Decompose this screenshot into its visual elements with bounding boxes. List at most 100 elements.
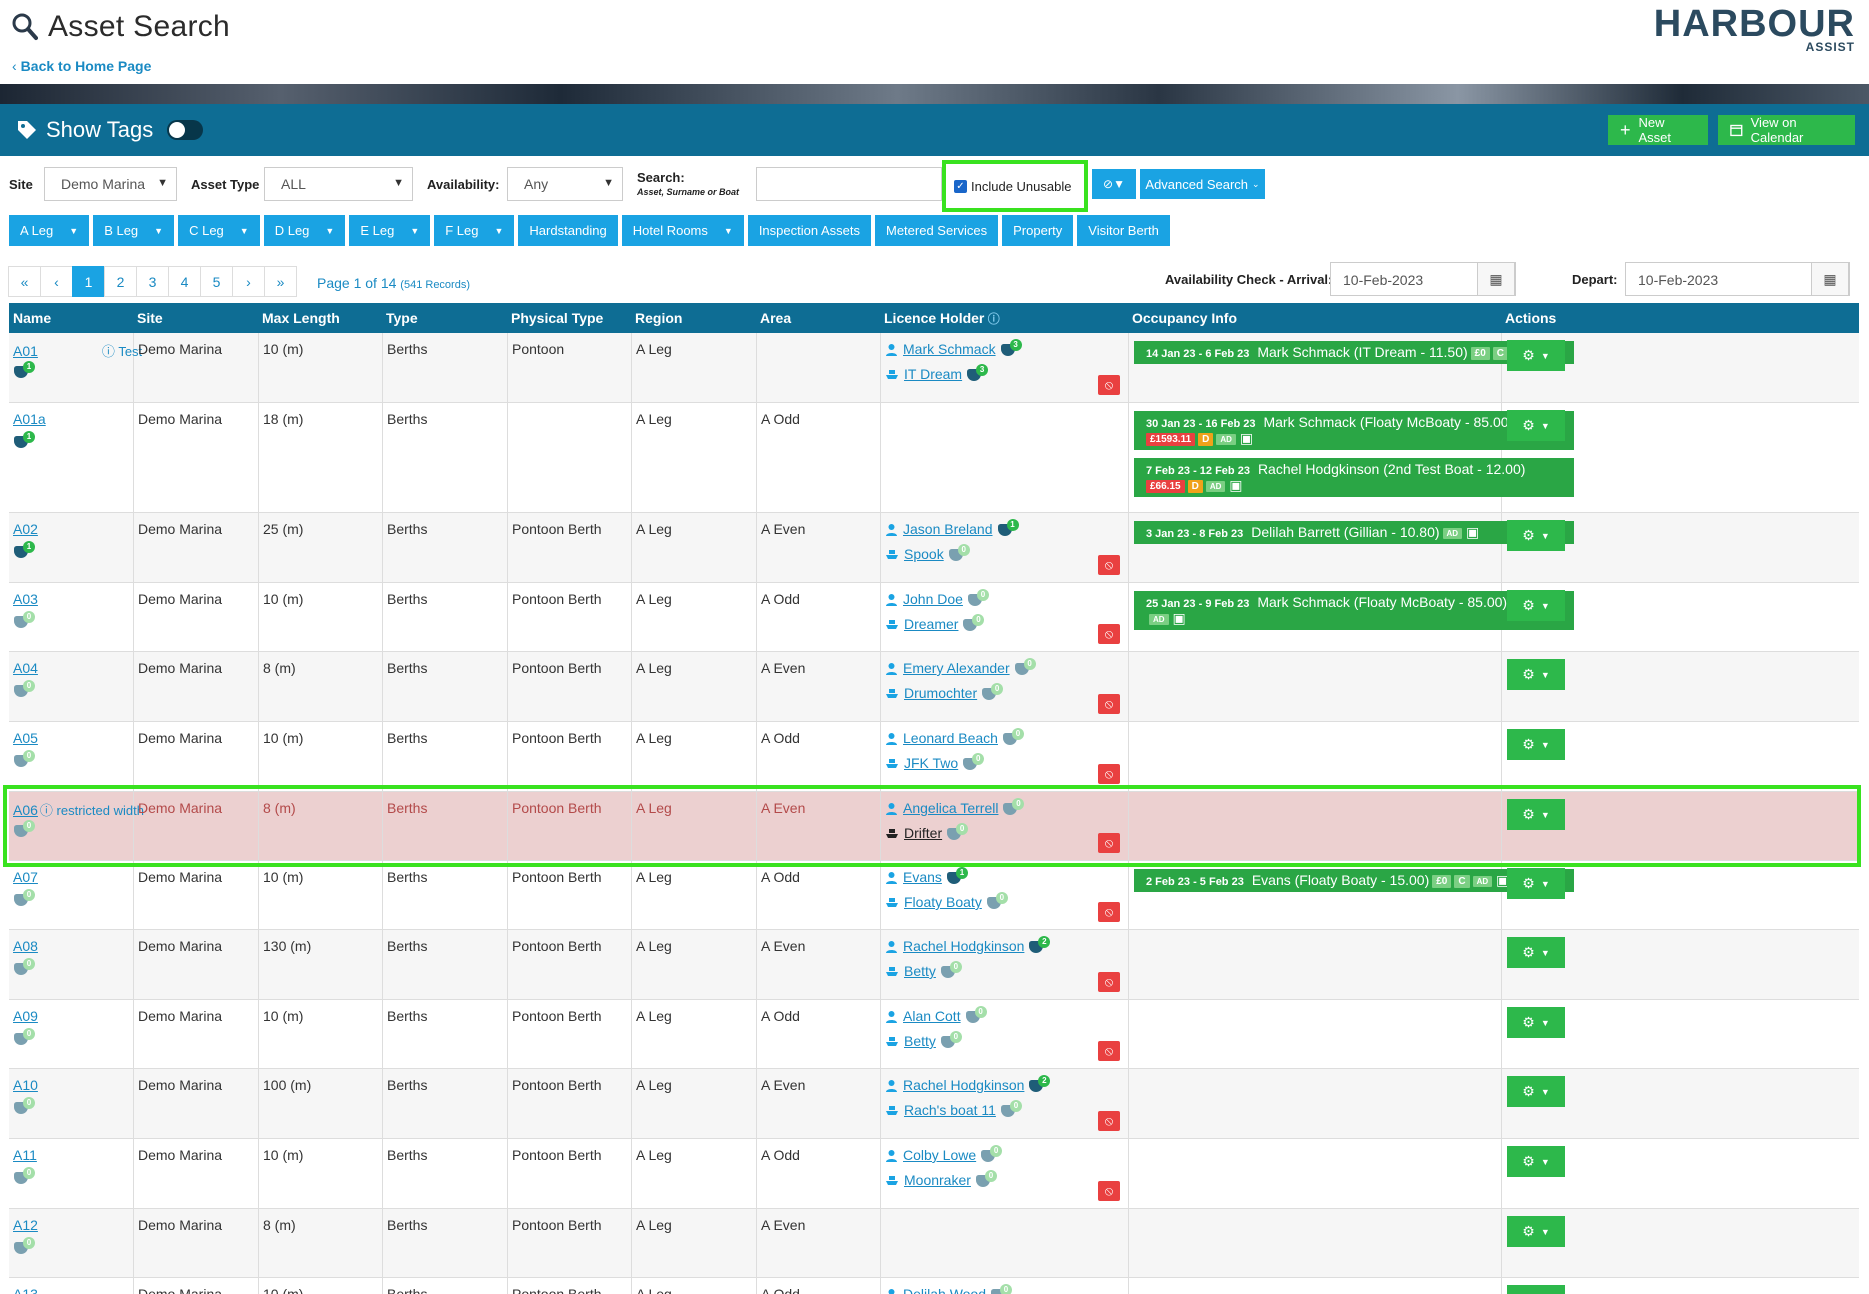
leg-button[interactable]: D Leg ▼ <box>263 215 346 246</box>
holder-name-link[interactable]: Jason Breland <box>903 521 993 537</box>
block-icon-button[interactable]: ⦸ <box>1098 694 1120 714</box>
actions-dropdown-button[interactable]: ⚙▼ <box>1507 1076 1565 1107</box>
boat-name-link[interactable]: Drifter <box>904 825 942 841</box>
holder-name-link[interactable]: Delilah Wood <box>903 1286 986 1294</box>
back-home-link[interactable]: ‹ Back to Home Page <box>12 58 151 74</box>
new-asset-button[interactable]: + New Asset <box>1608 115 1708 145</box>
page-button[interactable]: 4 <box>168 266 201 297</box>
asset-link[interactable]: A05 <box>13 730 38 746</box>
boat-name-link[interactable]: JFK Two <box>904 755 958 771</box>
asset-link[interactable]: A01a <box>13 411 46 427</box>
leg-button[interactable]: Visitor Berth <box>1077 215 1170 246</box>
page-button[interactable]: » <box>264 266 297 297</box>
holder-name-link[interactable]: Rachel Hodgkinson <box>903 1077 1024 1093</box>
leg-button[interactable]: Hardstanding <box>518 215 618 246</box>
depart-date-input[interactable]: 10-Feb-2023 ▦ <box>1625 262 1850 296</box>
leg-button[interactable]: Property <box>1002 215 1074 246</box>
actions-dropdown-button[interactable]: ⚙▼ <box>1507 937 1565 968</box>
block-icon-button[interactable]: ⦸ <box>1098 972 1120 992</box>
asset-link[interactable]: A03 <box>13 591 38 607</box>
boat-name-link[interactable]: Spook <box>904 546 944 562</box>
boat-name-link[interactable]: Dreamer <box>904 616 958 632</box>
holder-name-link[interactable]: Mark Schmack <box>903 341 996 357</box>
page-button[interactable]: 2 <box>104 266 137 297</box>
page-button[interactable]: « <box>8 266 41 297</box>
block-icon-button[interactable]: ⦸ <box>1098 1111 1120 1131</box>
availability-select[interactable]: Any ▼ <box>507 167 623 201</box>
block-icon-button[interactable]: ⦸ <box>1098 624 1120 644</box>
page-button[interactable]: 1 <box>72 266 105 297</box>
actions-dropdown-button[interactable]: ⚙▼ <box>1507 410 1565 441</box>
info-icon: ⓘ <box>101 344 119 359</box>
asset-link[interactable]: A11 <box>13 1147 37 1163</box>
holder-name-link[interactable]: Angelica Terrell <box>903 800 998 816</box>
leg-button[interactable]: C Leg ▼ <box>178 215 260 246</box>
actions-dropdown-button[interactable]: ⚙▼ <box>1507 1007 1565 1038</box>
advanced-search-button[interactable]: Advanced Search ⌄ <box>1140 169 1265 199</box>
site-select[interactable]: Demo Marina ▼ <box>44 167 177 201</box>
calendar-icon[interactable]: ▦ <box>1811 262 1849 296</box>
block-icon-button[interactable]: ⦸ <box>1098 833 1120 853</box>
asset-link[interactable]: A13 <box>13 1286 38 1294</box>
holder-name-link[interactable]: Alan Cott <box>903 1008 961 1024</box>
holder-name-link[interactable]: John Doe <box>903 591 963 607</box>
asset-link[interactable]: A01 <box>13 343 38 359</box>
boat-name-link[interactable]: Betty <box>904 963 936 979</box>
leg-button[interactable]: Metered Services <box>874 215 999 246</box>
asset-link[interactable]: A10 <box>13 1077 38 1093</box>
view-calendar-button[interactable]: View on Calendar <box>1718 115 1855 145</box>
leg-button[interactable]: F Leg ▼ <box>434 215 515 246</box>
asset-link[interactable]: A12 <box>13 1217 38 1233</box>
calendar-icon[interactable]: ▦ <box>1477 262 1515 296</box>
actions-dropdown-button[interactable]: ⚙▼ <box>1507 659 1565 690</box>
page-button[interactable]: 5 <box>200 266 233 297</box>
clear-filter-button[interactable]: ⊘▼ <box>1092 169 1136 199</box>
page-button[interactable]: ‹ <box>40 266 73 297</box>
leg-button[interactable]: Hotel Rooms ▼ <box>621 215 744 246</box>
boat-name-link[interactable]: Betty <box>904 1033 936 1049</box>
leg-button[interactable]: B Leg ▼ <box>93 215 175 246</box>
actions-dropdown-button[interactable]: ⚙▼ <box>1507 520 1565 551</box>
page-button[interactable]: › <box>232 266 265 297</box>
arrival-date-input[interactable]: 10-Feb-2023 ▦ <box>1330 262 1516 296</box>
page-button[interactable]: 3 <box>136 266 169 297</box>
holder-name-link[interactable]: Leonard Beach <box>903 730 998 746</box>
block-icon-button[interactable]: ⦸ <box>1098 764 1120 784</box>
holder-name-link[interactable]: Evans <box>903 869 942 885</box>
block-icon-button[interactable]: ⦸ <box>1098 1041 1120 1061</box>
asset-link[interactable]: A09 <box>13 1008 38 1024</box>
asset-link[interactable]: A04 <box>13 660 38 676</box>
show-tags-toggle[interactable] <box>167 120 204 140</box>
boat-name-link[interactable]: IT Dream <box>904 366 962 382</box>
asset-type-select[interactable]: ALL ▼ <box>264 167 413 201</box>
actions-dropdown-button[interactable]: ⚙▼ <box>1507 340 1565 371</box>
actions-dropdown-button[interactable]: ⚙▼ <box>1507 868 1565 899</box>
actions-dropdown-button[interactable]: ⚙▼ <box>1507 1216 1565 1247</box>
boat-name-link[interactable]: Rach's boat 11 <box>904 1102 996 1118</box>
occupancy-booking[interactable]: 7 Feb 23 - 12 Feb 23 Rachel Hodgkinson (2… <box>1134 458 1574 497</box>
block-icon-button[interactable]: ⦸ <box>1098 1181 1120 1201</box>
leg-button[interactable]: A Leg ▼ <box>9 215 90 246</box>
actions-dropdown-button[interactable]: ⚙▼ <box>1507 799 1565 830</box>
leg-button[interactable]: Inspection Assets <box>747 215 871 246</box>
asset-link[interactable]: A08 <box>13 938 38 954</box>
boat-name-link[interactable]: Drumochter <box>904 685 977 701</box>
asset-link[interactable]: A02 <box>13 521 38 537</box>
holder-name-link[interactable]: Colby Lowe <box>903 1147 976 1163</box>
block-icon-button[interactable]: ⦸ <box>1098 902 1120 922</box>
actions-dropdown-button[interactable]: ⚙▼ <box>1507 1285 1565 1294</box>
actions-dropdown-button[interactable]: ⚙▼ <box>1507 590 1565 621</box>
search-input[interactable] <box>756 167 942 201</box>
asset-link[interactable]: A06 <box>13 802 38 818</box>
boat-name-link[interactable]: Moonraker <box>904 1172 971 1188</box>
leg-button[interactable]: E Leg ▼ <box>349 215 431 246</box>
actions-dropdown-button[interactable]: ⚙▼ <box>1507 729 1565 760</box>
include-unusable-checkbox[interactable]: ✓ Include Unusable <box>942 160 1088 212</box>
block-icon-button[interactable]: ⦸ <box>1098 555 1120 575</box>
boat-name-link[interactable]: Floaty Boaty <box>904 894 982 910</box>
asset-link[interactable]: A07 <box>13 869 38 885</box>
block-icon-button[interactable]: ⦸ <box>1098 375 1120 395</box>
holder-name-link[interactable]: Emery Alexander <box>903 660 1010 676</box>
holder-name-link[interactable]: Rachel Hodgkinson <box>903 938 1024 954</box>
actions-dropdown-button[interactable]: ⚙▼ <box>1507 1146 1565 1177</box>
